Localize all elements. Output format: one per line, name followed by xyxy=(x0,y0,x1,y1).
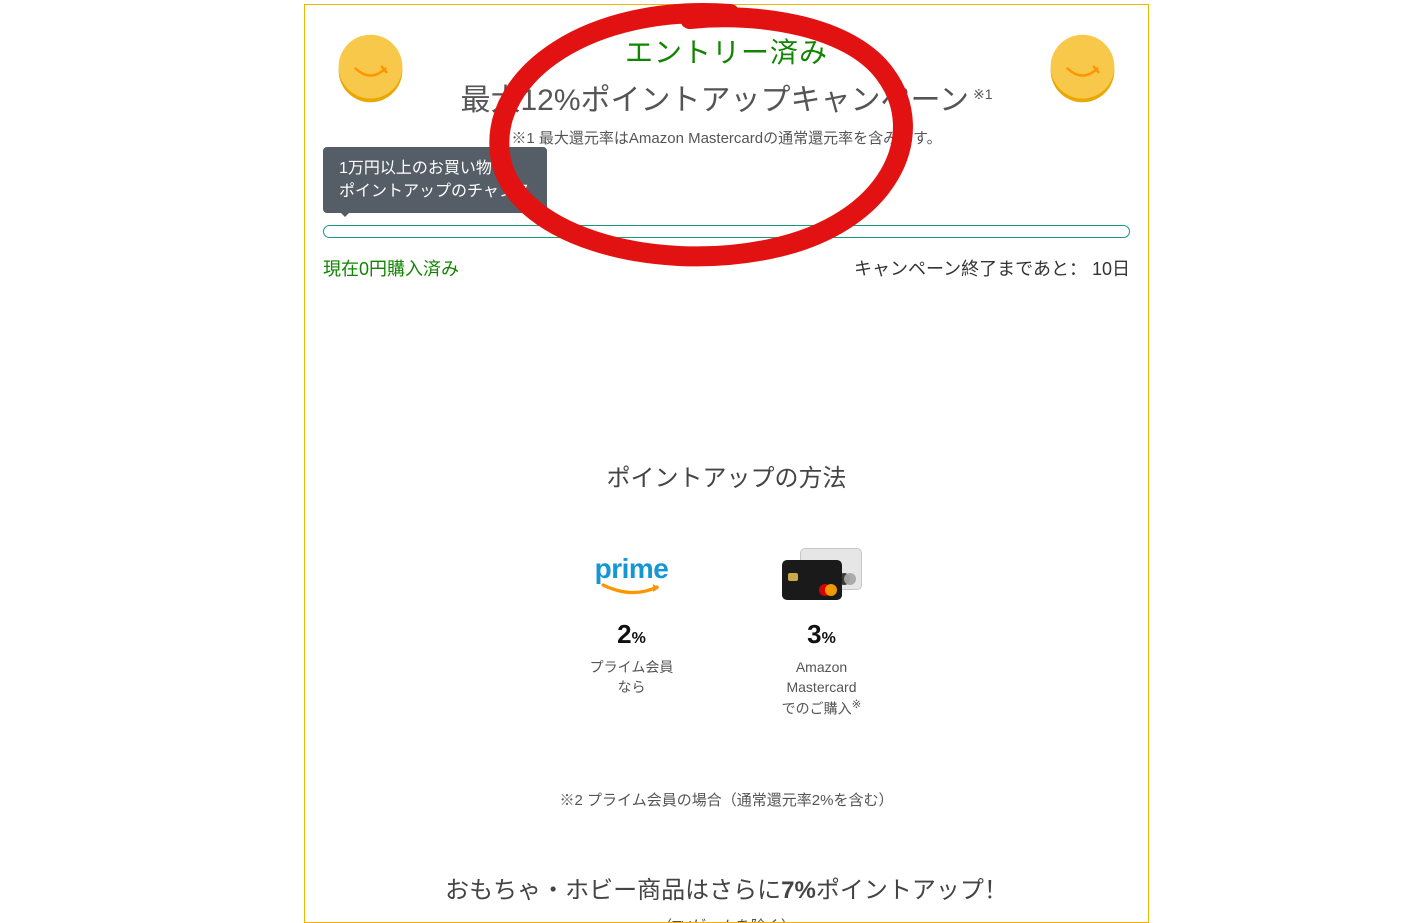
coin-icon xyxy=(333,31,408,106)
coin-icon xyxy=(1045,31,1120,106)
campaign-remaining-value: 10日 xyxy=(1092,259,1130,279)
threshold-tooltip-line2: ポイントアップのチャンス xyxy=(339,183,531,200)
bonus-sub: （TVゲームを除く） xyxy=(305,915,1148,923)
method-mastercard-percent-unit: % xyxy=(822,630,836,647)
method-prime: prime 2% プライム会員 なら xyxy=(567,548,697,719)
bonus-heading-bold: 7% xyxy=(781,877,816,904)
campaign-title-sup: ※1 xyxy=(973,86,993,102)
prime-logo-text: prime xyxy=(595,553,669,584)
bonus-heading: おもちゃ・ホビー商品はさらに7%ポイントアップ！ xyxy=(305,870,1148,905)
bonus-heading-pre: おもちゃ・ホビー商品はさらに xyxy=(445,877,781,904)
prime-smile-icon xyxy=(597,583,667,599)
methods-footnote: ※2 プライム会員の場合（通常還元率2%を含む） xyxy=(305,789,1148,810)
methods-heading: ポイントアップの方法 xyxy=(305,458,1148,493)
method-mastercard-label: Amazon Mastercard でのご購入※ xyxy=(757,658,887,719)
campaign-remaining: キャンペーン終了まであと： 10日 xyxy=(854,255,1130,281)
purchased-amount: 現在0円購入済み xyxy=(323,255,459,281)
campaign-title-text: 最大12%ポイントアップキャンペーン xyxy=(460,84,969,117)
campaign-remaining-label: キャンペーン終了まであと： xyxy=(854,259,1092,279)
bonus-heading-post: ポイントアップ！ xyxy=(816,877,1008,904)
mastercard-cards-icon xyxy=(757,548,887,603)
threshold-tooltip: 1万円以上のお買い物で ポイントアップのチャンス xyxy=(323,147,547,213)
threshold-tooltip-line1: 1万円以上のお買い物で xyxy=(339,160,508,177)
method-mastercard-label-text: Amazon Mastercard でのご購入 xyxy=(782,659,857,717)
prime-logo-icon: prime xyxy=(567,548,697,603)
campaign-title: 最大12%ポイントアップキャンペーン※1 xyxy=(305,75,1148,119)
method-mastercard-label-sup: ※ xyxy=(852,698,862,711)
entry-status: エントリー済み xyxy=(305,31,1148,71)
campaign-panel: エントリー済み 最大12%ポイントアップキャンペーン※1 ※1 最大還元率はAm… xyxy=(304,4,1149,923)
method-mastercard-percent: 3 xyxy=(807,619,821,650)
campaign-subtitle: ※1 最大還元率はAmazon Mastercardの通常還元率を含みます。 xyxy=(305,127,1148,148)
method-prime-percent: 2 xyxy=(617,619,631,650)
method-mastercard: 3% Amazon Mastercard でのご購入※ xyxy=(757,548,887,719)
progress-bar xyxy=(323,225,1130,238)
method-prime-label: プライム会員 なら xyxy=(567,658,697,697)
method-prime-percent-unit: % xyxy=(632,630,646,647)
